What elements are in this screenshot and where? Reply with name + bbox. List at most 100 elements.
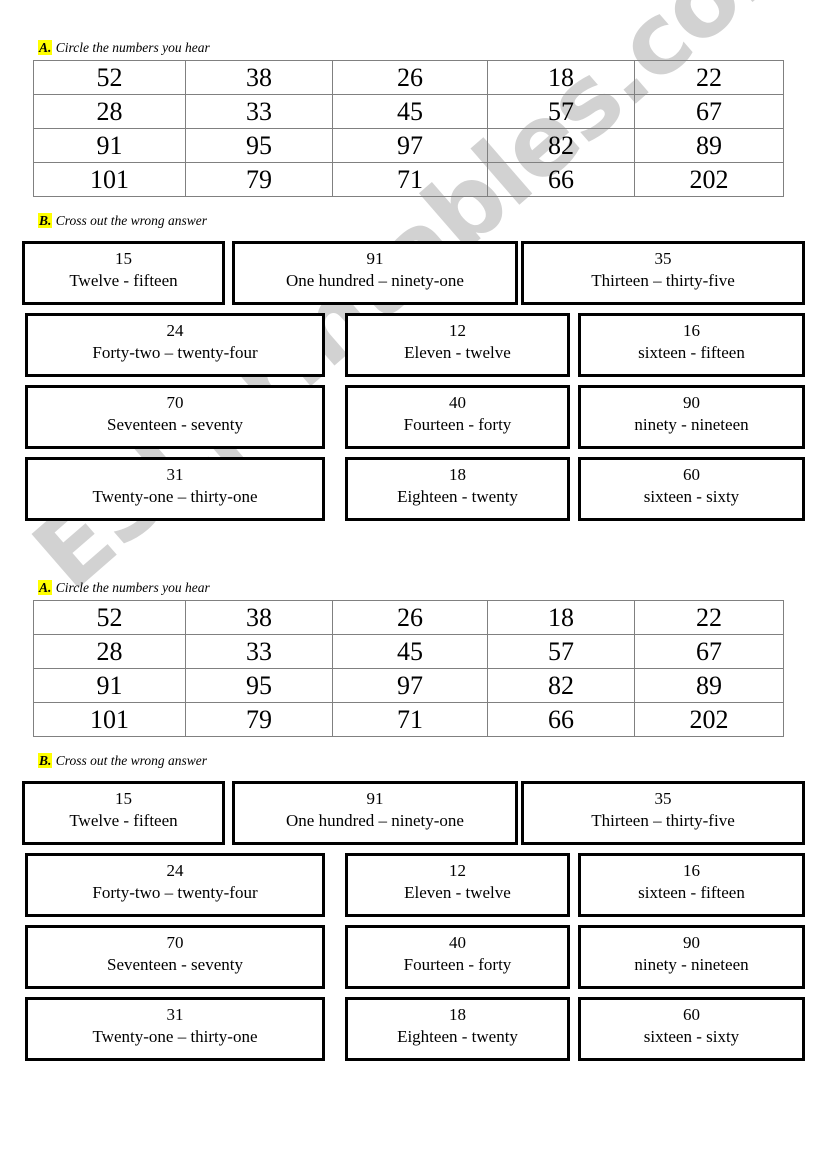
section-b-heading: B. Cross out the wrong answer	[38, 213, 207, 229]
number-cell[interactable]: 28	[33, 94, 186, 129]
answer-box[interactable]: 16 sixteen - fifteen	[578, 313, 805, 377]
answer-box[interactable]: 90 ninety - nineteen	[578, 925, 805, 989]
number-cell[interactable]: 45	[332, 94, 488, 129]
section-a-heading: A. Circle the numbers you hear	[38, 40, 210, 56]
answer-number: 35	[654, 789, 672, 808]
answer-number: 35	[654, 249, 672, 268]
number-cell[interactable]: 22	[634, 600, 784, 635]
answer-words: ninety - nineteen	[634, 955, 749, 974]
number-cell[interactable]: 91	[33, 128, 186, 163]
number-cell[interactable]: 202	[634, 702, 784, 737]
answer-box[interactable]: 15 Twelve - fifteen	[22, 781, 225, 845]
number-cell[interactable]: 71	[332, 702, 488, 737]
answer-words: sixteen - sixty	[643, 487, 740, 506]
number-cell[interactable]: 79	[185, 702, 333, 737]
answer-box[interactable]: 31 Twenty-one – thirty-one	[25, 997, 325, 1061]
answer-number: 60	[683, 1005, 700, 1024]
answer-words: sixteen - sixty	[643, 1027, 740, 1046]
number-cell[interactable]: 82	[487, 668, 635, 703]
number-cell[interactable]: 52	[33, 600, 186, 635]
answer-box[interactable]: 35 Thirteen – thirty-five	[521, 241, 805, 305]
answer-words: Twenty-one – thirty-one	[92, 1027, 258, 1046]
section-b-label: Cross out the wrong answer	[55, 213, 208, 228]
number-cell[interactable]: 26	[332, 600, 488, 635]
section-b-letter: B.	[38, 753, 53, 768]
number-cell[interactable]: 57	[487, 94, 635, 129]
number-cell[interactable]: 33	[185, 634, 333, 669]
answer-box[interactable]: 31 Twenty-one – thirty-one	[25, 457, 325, 521]
number-cell[interactable]: 97	[332, 668, 488, 703]
table-row: 52 38 26 18 22	[33, 60, 784, 95]
answer-words: Eleven - twelve	[404, 883, 511, 902]
answer-box[interactable]: 40 Fourteen - forty	[345, 925, 570, 989]
answer-box[interactable]: 60 sixteen - sixty	[578, 997, 805, 1061]
answer-box[interactable]: 70 Seventeen - seventy	[25, 385, 325, 449]
answer-number: 16	[683, 861, 700, 880]
answer-number: 70	[166, 933, 184, 952]
number-cell[interactable]: 97	[332, 128, 488, 163]
number-cell[interactable]: 38	[185, 60, 333, 95]
numbers-table: 52 38 26 18 22 28 33 45 57 67 91 95 97 8…	[33, 60, 784, 197]
table-row: 91 95 97 82 89	[33, 128, 784, 163]
answer-number: 90	[683, 933, 700, 952]
number-cell[interactable]: 202	[634, 162, 784, 197]
section-b-letter: B.	[38, 213, 53, 228]
number-cell[interactable]: 52	[33, 60, 186, 95]
answer-words: Forty-two – twenty-four	[92, 343, 258, 362]
number-cell[interactable]: 66	[487, 162, 635, 197]
answer-number: 24	[166, 321, 184, 340]
answer-box[interactable]: 18 Eighteen - twenty	[345, 997, 570, 1061]
number-cell[interactable]: 79	[185, 162, 333, 197]
number-cell[interactable]: 38	[185, 600, 333, 635]
number-cell[interactable]: 18	[487, 60, 635, 95]
answer-box[interactable]: 12 Eleven - twelve	[345, 313, 570, 377]
number-cell[interactable]: 91	[33, 668, 186, 703]
answer-box[interactable]: 40 Fourteen - forty	[345, 385, 570, 449]
answer-box[interactable]: 24 Forty-two – twenty-four	[25, 853, 325, 917]
answer-number: 15	[115, 249, 132, 268]
answer-words: Eighteen - twenty	[397, 1027, 518, 1046]
answer-words: Forty-two – twenty-four	[92, 883, 258, 902]
answer-box[interactable]: 70 Seventeen - seventy	[25, 925, 325, 989]
answer-number: 31	[166, 465, 184, 484]
number-cell[interactable]: 95	[185, 128, 333, 163]
answer-words: Eleven - twelve	[404, 343, 511, 362]
section-b-heading: B. Cross out the wrong answer	[38, 753, 207, 769]
answer-box[interactable]: 24 Forty-two – twenty-four	[25, 313, 325, 377]
number-cell[interactable]: 71	[332, 162, 488, 197]
number-cell[interactable]: 82	[487, 128, 635, 163]
answer-words: Fourteen - forty	[403, 955, 512, 974]
answer-words: Seventeen - seventy	[107, 415, 243, 434]
section-a-letter: A.	[38, 40, 53, 55]
answer-box[interactable]: 91 One hundred – ninety-one	[232, 241, 518, 305]
number-cell[interactable]: 33	[185, 94, 333, 129]
answer-box[interactable]: 91 One hundred – ninety-one	[232, 781, 518, 845]
number-cell[interactable]: 22	[634, 60, 784, 95]
answer-box[interactable]: 16 sixteen - fifteen	[578, 853, 805, 917]
answer-number: 91	[366, 249, 384, 268]
number-cell[interactable]: 101	[33, 702, 186, 737]
number-cell[interactable]: 45	[332, 634, 488, 669]
section-a-label: Circle the numbers you hear	[55, 580, 210, 595]
number-cell[interactable]: 57	[487, 634, 635, 669]
answer-box[interactable]: 15 Twelve - fifteen	[22, 241, 225, 305]
number-cell[interactable]: 89	[634, 128, 784, 163]
answer-box[interactable]: 35 Thirteen – thirty-five	[521, 781, 805, 845]
answer-box[interactable]: 18 Eighteen - twenty	[345, 457, 570, 521]
answer-box[interactable]: 60 sixteen - sixty	[578, 457, 805, 521]
number-cell[interactable]: 28	[33, 634, 186, 669]
number-cell[interactable]: 101	[33, 162, 186, 197]
number-cell[interactable]: 18	[487, 600, 635, 635]
number-cell[interactable]: 66	[487, 702, 635, 737]
answer-words: ninety - nineteen	[634, 415, 749, 434]
answer-box[interactable]: 12 Eleven - twelve	[345, 853, 570, 917]
answer-box[interactable]: 90 ninety - nineteen	[578, 385, 805, 449]
answer-number: 18	[449, 1005, 466, 1024]
number-cell[interactable]: 95	[185, 668, 333, 703]
number-cell[interactable]: 89	[634, 668, 784, 703]
number-cell[interactable]: 67	[634, 94, 784, 129]
answer-number: 12	[449, 861, 466, 880]
number-cell[interactable]: 26	[332, 60, 488, 95]
answer-words: sixteen - fifteen	[638, 883, 745, 902]
number-cell[interactable]: 67	[634, 634, 784, 669]
